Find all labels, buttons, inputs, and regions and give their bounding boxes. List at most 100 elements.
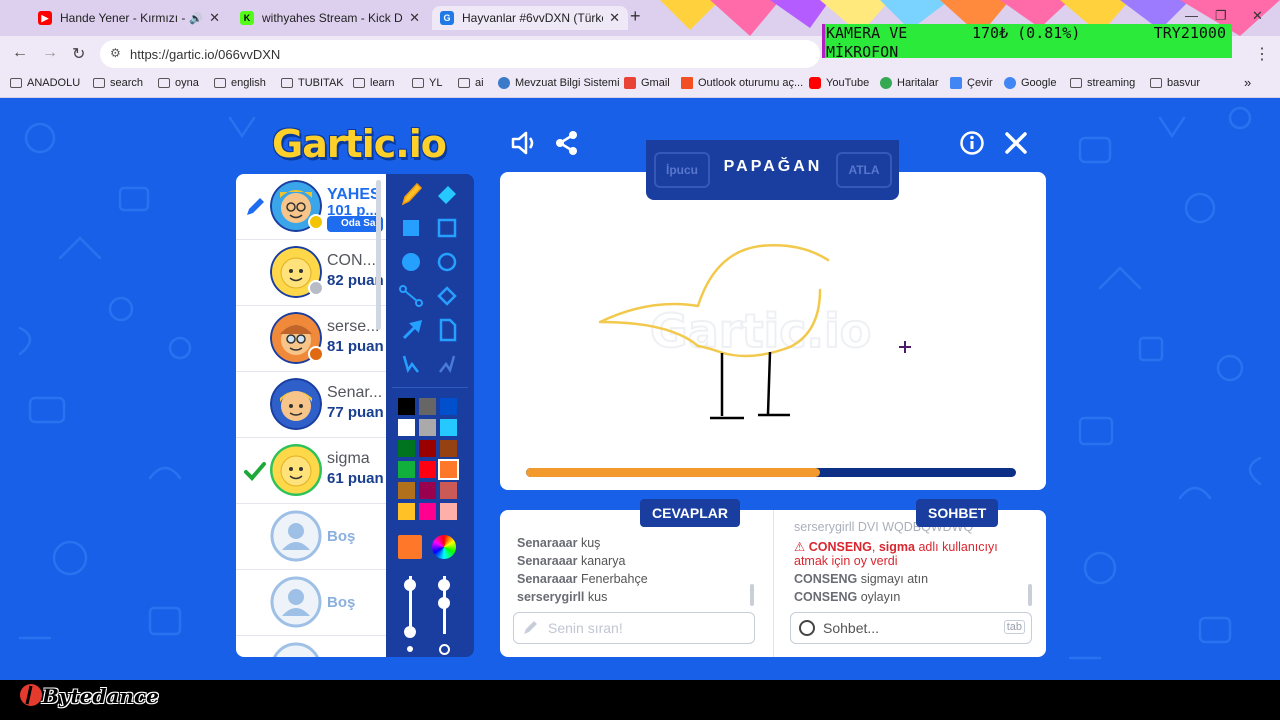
player-row[interactable]: sigma 61 puan (236, 438, 386, 504)
opacity-handle[interactable] (438, 579, 450, 591)
url-text: https://gartic.io/066vvDXN (130, 46, 281, 62)
site-info-icon[interactable]: ⚙ (110, 46, 121, 60)
chat-placeholder: Sohbet... (823, 620, 880, 636)
player-row[interactable]: Senar... 77 puan (236, 372, 386, 438)
fill-bucket-icon[interactable] (430, 280, 464, 312)
color-swatch[interactable] (398, 398, 415, 415)
color-swatch-selected[interactable] (438, 459, 459, 480)
bookmark-tubitak[interactable]: TUBITAK (281, 77, 344, 89)
bookmark-anadolu[interactable]: ANADOLU (10, 77, 80, 89)
status-dot (308, 214, 324, 230)
player-row[interactable]: YAHES 101 p... Oda Sa (236, 174, 386, 240)
folder-icon (281, 78, 293, 88)
bookmark-haritalar[interactable]: Haritalar (880, 77, 939, 89)
close-icon[interactable]: ✕ (609, 10, 620, 26)
tab-kick[interactable]: K withyahes Stream - Kick Dashbo ✕ (232, 6, 428, 30)
more-bookmarks-icon[interactable]: » (1244, 75, 1251, 90)
pencil-icon[interactable] (394, 178, 428, 210)
bookmark-oyna[interactable]: oyna (158, 77, 199, 89)
color-swatch[interactable] (419, 461, 436, 478)
bookmark-streaming[interactable]: streaming (1070, 77, 1135, 89)
hint-button[interactable]: İpucu (654, 152, 710, 188)
bookmark-youtube[interactable]: YouTube (809, 77, 869, 89)
game-page: Gartic.io YAHES 101 p... Oda Sa CON... 8… (0, 98, 1280, 680)
minimize-icon[interactable]: — (1185, 8, 1198, 23)
sound-icon[interactable] (510, 130, 538, 156)
chat-input[interactable]: Sohbet... tab (790, 612, 1032, 644)
bookmark-english[interactable]: english (214, 77, 266, 89)
color-swatch[interactable] (398, 440, 415, 457)
share-icon[interactable] (555, 130, 579, 156)
bookmark-mevzuat[interactable]: Mevzuat Bilgi Sistemi (498, 77, 620, 89)
eyedropper-icon[interactable] (394, 314, 428, 346)
brush-size-handle[interactable] (404, 579, 416, 591)
brush-size-handle[interactable] (404, 626, 416, 638)
color-swatch[interactable] (440, 482, 457, 499)
answer-input[interactable]: Senin sıran! (513, 612, 755, 644)
eraser-icon[interactable] (430, 178, 464, 210)
bookmark-basvur[interactable]: basvur (1150, 77, 1200, 89)
audio-icon[interactable]: 🔊 (189, 12, 203, 25)
bookmark-gmail[interactable]: Gmail (624, 77, 670, 89)
color-swatch[interactable] (398, 419, 415, 436)
forward-icon[interactable]: → (42, 44, 58, 62)
bookmark-search[interactable]: search (93, 77, 143, 89)
bookmark-learn[interactable]: learn (353, 77, 394, 89)
redo-icon[interactable] (430, 348, 464, 380)
color-swatch[interactable] (398, 503, 415, 520)
color-swatch[interactable] (440, 503, 457, 520)
drawing-canvas[interactable]: Gartic.io (500, 172, 1046, 490)
bookmark-google[interactable]: Google (1004, 77, 1056, 89)
player-list-scrollbar[interactable] (376, 180, 381, 330)
player-row[interactable]: serse... 81 puan (236, 306, 386, 372)
line-icon[interactable] (394, 280, 428, 312)
menu-icon[interactable]: ⋮ (1254, 44, 1270, 64)
close-game-icon[interactable] (1003, 130, 1029, 156)
bookmark-ai[interactable]: ai (458, 77, 484, 89)
overlay-price: 170₺ (0.81%) (972, 24, 1081, 42)
bookmark-outlook[interactable]: Outlook oturumu aç... (681, 77, 803, 89)
filled-rect-icon[interactable] (394, 212, 428, 244)
window-close-icon[interactable]: ✕ (1252, 8, 1263, 24)
back-icon[interactable]: ← (12, 44, 28, 62)
new-tab-button[interactable]: + (630, 6, 641, 27)
chat-scrollbar[interactable] (1028, 584, 1032, 606)
bookmark-cevir[interactable]: Çevir (950, 77, 993, 89)
color-swatch[interactable] (419, 440, 436, 457)
folder-icon (214, 78, 226, 88)
answers-scrollbar[interactable] (750, 584, 754, 606)
rect-icon[interactable] (430, 212, 464, 244)
maximize-icon[interactable]: ❐ (1215, 8, 1227, 24)
close-icon[interactable]: ✕ (409, 10, 420, 26)
url-field[interactable]: ⚙ https://gartic.io/066vvDXN (100, 40, 820, 68)
opacity-handle[interactable] (438, 597, 450, 609)
bottom-bar (0, 680, 1280, 720)
clear-page-icon[interactable] (430, 314, 464, 346)
status-dot (308, 346, 324, 362)
close-icon[interactable]: ✕ (209, 10, 220, 26)
color-swatch[interactable] (419, 482, 436, 499)
reload-icon[interactable]: ↻ (72, 44, 85, 64)
color-swatch[interactable] (419, 419, 436, 436)
skip-button[interactable]: ATLA (836, 152, 892, 188)
color-picker-icon[interactable] (432, 535, 456, 559)
filled-circle-icon[interactable] (394, 246, 428, 278)
status-dot (308, 280, 324, 296)
color-swatch[interactable] (398, 461, 415, 478)
tab-youtube[interactable]: ▶ Hande Yener - Kırmızı - You 🔊 ✕ (30, 6, 228, 30)
color-swatch[interactable] (440, 440, 457, 457)
stream-overlay: KAMERA VE MİKROFON 170₺ (0.81%) TRY21000 (822, 24, 1232, 61)
player-row[interactable]: CON... 82 puan (236, 240, 386, 306)
undo-icon[interactable] (394, 348, 428, 380)
circle-icon[interactable] (430, 246, 464, 278)
color-swatch[interactable] (440, 398, 457, 415)
info-icon[interactable] (959, 130, 985, 156)
tab-gartic[interactable]: G Hayvanlar #6vvDXN (Türkçe) - G ✕ (432, 6, 628, 30)
avatar (270, 378, 322, 430)
color-swatch[interactable] (440, 419, 457, 436)
color-swatch[interactable] (419, 398, 436, 415)
color-swatch[interactable] (419, 503, 436, 520)
bookmark-yl[interactable]: YL (412, 77, 442, 89)
color-swatch[interactable] (398, 482, 415, 499)
pencil-icon (524, 621, 537, 634)
